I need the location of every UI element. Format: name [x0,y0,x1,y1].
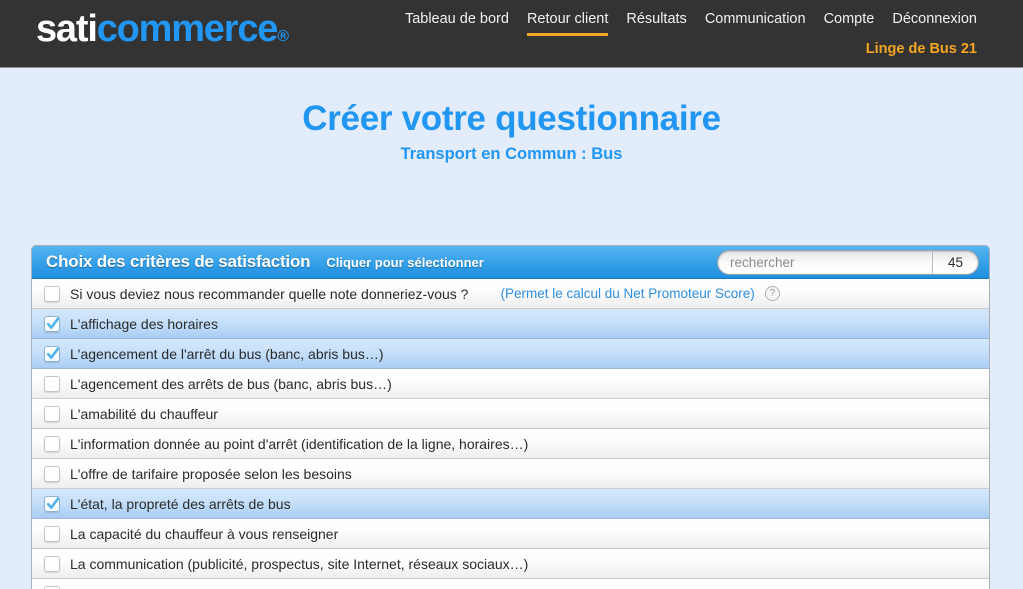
nav-item-4[interactable]: Compte [824,10,875,36]
checkbox-unchecked[interactable] [44,585,60,589]
account-label[interactable]: Linge de Bus 21 [866,41,977,57]
criteria-row-note: (Permet le calcul du Net Promoteur Score… [500,286,755,301]
checkbox-unchecked[interactable] [44,525,60,542]
panel-header-subtitle: Cliquer pour sélectionner [326,254,484,270]
criteria-row-label: La communication (publicité, prospectus,… [70,555,529,572]
checkbox-checked[interactable] [44,315,60,332]
criteria-row[interactable]: L'agencement de l'arrêt du bus (banc, ab… [32,339,989,369]
page-body: Créer votre questionnaire Transport en C… [0,68,1023,589]
criteria-row[interactable]: L'offre de tarifaire proposée selon les … [32,459,989,489]
criteria-row-label: L'information donnée au point d'arrêt (i… [70,435,529,452]
nav-item-0[interactable]: Tableau de bord [405,10,509,36]
criteria-row[interactable]: La compétence, le professionnalisme du c… [32,579,989,589]
brand-logo[interactable]: saticommerce® [36,4,289,62]
checkbox-unchecked[interactable] [44,555,60,572]
check-icon [47,347,59,359]
checkbox-unchecked[interactable] [44,285,60,302]
checkbox-checked[interactable] [44,495,60,512]
search-input[interactable] [718,251,932,274]
panel-header-title: Choix des critères de satisfaction [46,252,311,271]
checkbox-checked[interactable] [44,345,60,362]
brand-logo-second: commerce [96,8,279,50]
top-header-bar: saticommerce® Tableau de bord Retour clie… [0,0,1023,68]
checkbox-unchecked[interactable] [44,375,60,392]
nav-item-2[interactable]: Résultats [626,10,686,36]
check-icon [47,317,59,329]
criteria-list: Si vous deviez nous recommander quelle n… [32,279,989,589]
criteria-row-label: La compétence, le professionnalisme du c… [70,585,383,589]
help-icon[interactable]: ? [764,286,780,301]
criteria-row[interactable]: L'affichage des horaires [32,309,989,339]
page-subtitle: Transport en Commun : Bus [400,145,623,163]
nav-item-1[interactable]: Retour client [526,10,609,36]
criteria-row-label: L'agencement des arrêts de bus (banc, ab… [70,375,392,392]
criteria-row-label: L'affichage des horaires [70,315,218,332]
nav-item-5[interactable]: Déconnexion [892,10,977,36]
criteria-row[interactable]: L'amabilité du chauffeur [32,399,989,429]
checkbox-unchecked[interactable] [44,465,60,482]
criteria-row[interactable]: Si vous deviez nous recommander quelle n… [32,279,989,309]
check-icon [47,497,59,509]
criteria-row-label: L'offre de tarifaire proposée selon les … [70,465,352,482]
nav-item-3[interactable]: Communication [705,10,806,36]
criteria-row[interactable]: L'état, la propreté des arrêts de bus [32,489,989,519]
search-box[interactable]: 45 [717,250,979,275]
criteria-row[interactable]: L'information donnée au point d'arrêt (i… [32,429,989,459]
brand-logo-first: sati [36,8,98,50]
checkbox-unchecked[interactable] [44,435,60,452]
page-title: Créer votre questionnaire [302,99,721,138]
criteria-row-label: L'état, la propreté des arrêts de bus [70,495,291,512]
criteria-row[interactable]: La capacité du chauffeur à vous renseign… [32,519,989,549]
criteria-row[interactable]: L'agencement des arrêts de bus (banc, ab… [32,369,989,399]
main-navigation: Tableau de bord Retour client Résultats Com… [405,10,977,36]
search-result-count: 45 [932,251,978,274]
criteria-row-label: L'agencement de l'arrêt du bus (banc, ab… [70,345,384,362]
panel-header: Choix des critères de satisfaction Cliqu… [32,246,989,279]
criteria-row-label: L'amabilité du chauffeur [70,405,218,422]
criteria-row-label: Si vous deviez nous recommander quelle n… [70,285,469,302]
criteria-row[interactable]: La communication (publicité, prospectus,… [32,549,989,579]
registered-trademark-icon: ® [277,28,289,45]
checkbox-unchecked[interactable] [44,405,60,422]
criteria-row-label: La capacité du chauffeur à vous renseign… [70,525,339,542]
criteria-panel: Choix des critères de satisfaction Cliqu… [31,245,990,589]
